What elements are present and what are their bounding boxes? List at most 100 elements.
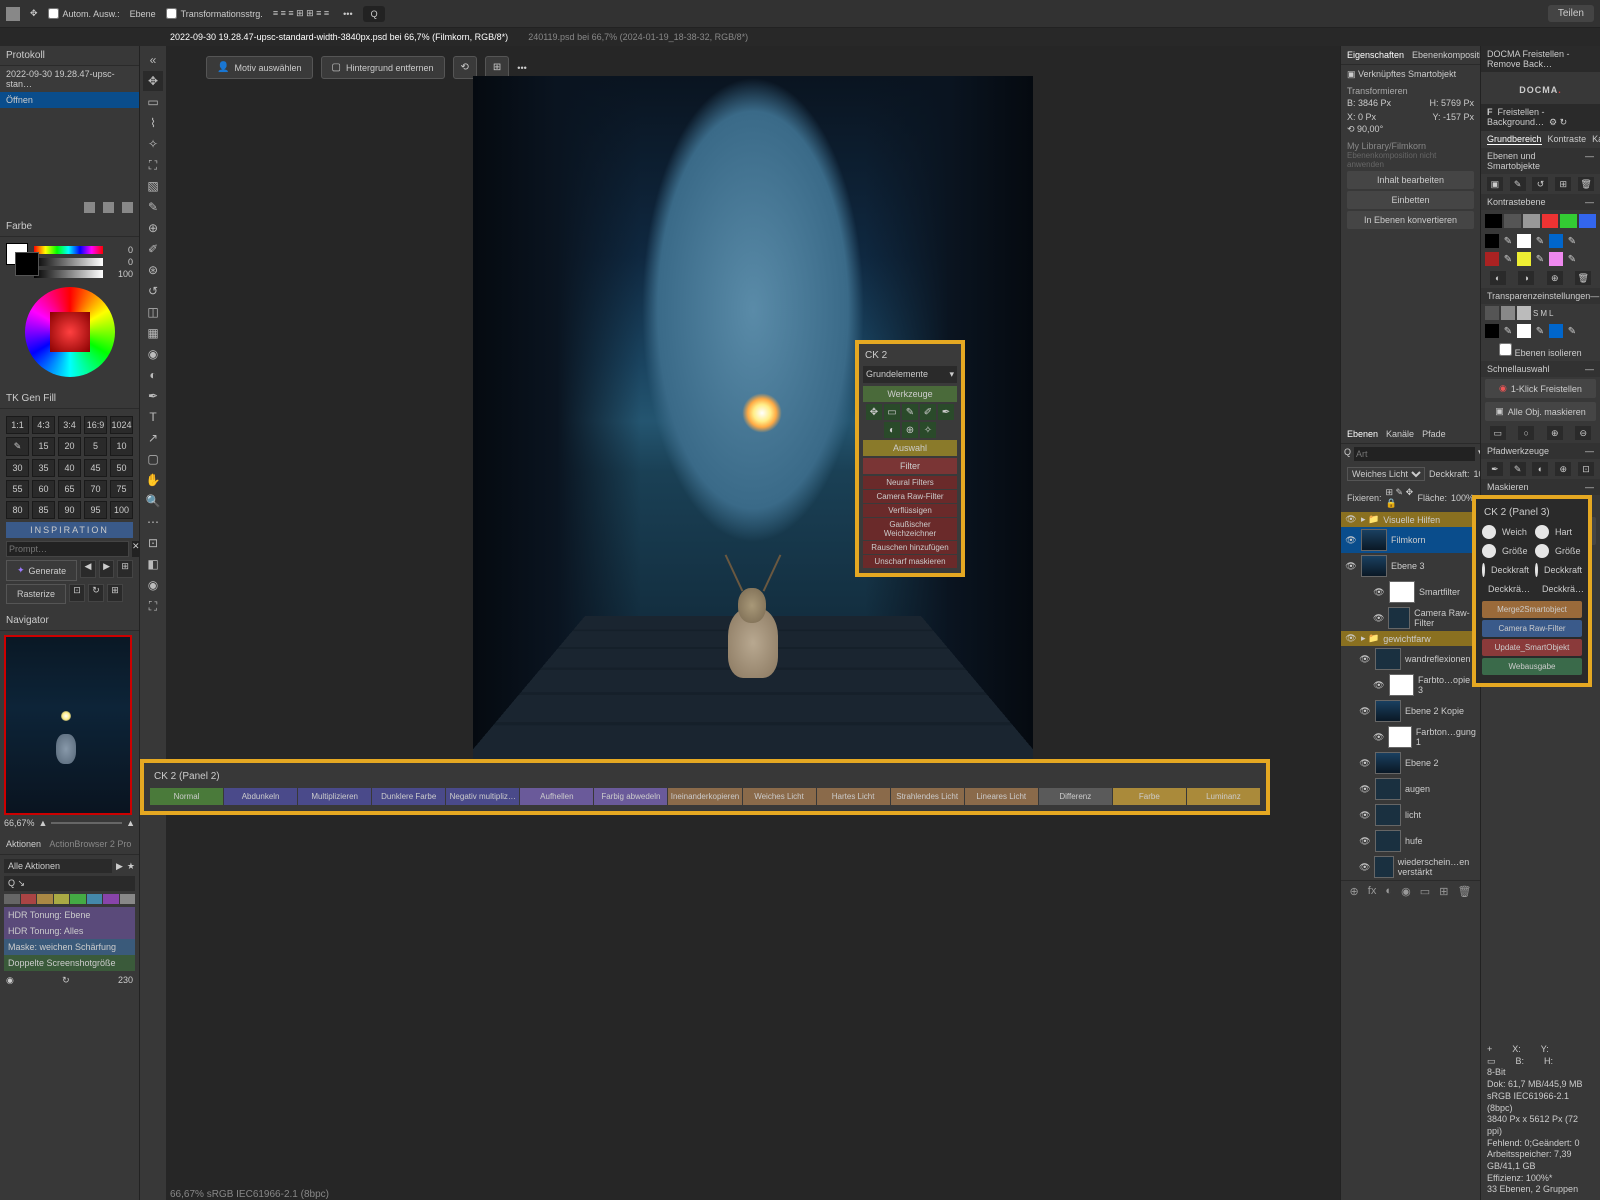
fg-bg-mini[interactable]: ◧ [143,554,163,574]
blend-mode-button[interactable]: Weiches Licht [743,788,816,805]
layer-row[interactable]: 👁Ebene 2 Kopie [1341,698,1480,724]
mask-icon[interactable]: ◐ [1385,885,1392,898]
visibility-icon[interactable]: 👁 [1345,633,1357,644]
tkgen-btn[interactable]: 15 [32,437,55,456]
tkgen-btn[interactable]: 45 [84,459,107,477]
fg-bg-swatch[interactable] [6,243,28,265]
blend-mode-button[interactable]: Aufhellen [520,788,593,805]
layer-row[interactable]: 👁licht [1341,802,1480,828]
visibility-icon[interactable]: 👁 [1345,561,1357,572]
wand-tool[interactable]: ✧ [143,134,163,154]
auto-select-toggle[interactable]: Autom. Ausw.: [48,8,120,19]
layer-row[interactable]: 👁wandreflexionen [1341,646,1480,672]
tkgen-btn[interactable]: 1024 [110,416,133,434]
action-item[interactable]: Maske: weichen Schärfung [4,939,135,955]
transform-controls-toggle[interactable]: Transformationsstrg. [166,8,263,19]
frame-tool[interactable]: ▧ [143,176,163,196]
ck-filter-item[interactable]: Verflüssigen [863,504,957,517]
blend-mode-select[interactable]: Weiches Licht [1347,467,1425,481]
blend-mode-button[interactable]: Ineinanderkopieren [668,788,741,805]
refresh-icon[interactable]: ↻ [62,975,70,986]
blend-mode-button[interactable]: Luminanz [1187,788,1260,805]
tkgen-btn[interactable]: ✎ [6,437,29,456]
zoom-value[interactable]: 66,67% [4,818,35,828]
ck-filter-item[interactable]: Rauschen hinzufügen [863,541,957,554]
layer-row[interactable]: 👁▸ 📁gewichtfarw [1341,631,1480,646]
color-wheel[interactable] [25,287,115,377]
ck2-dropdown[interactable]: Grundelemente▾ [863,366,957,383]
visibility-icon[interactable]: 👁 [1373,613,1384,624]
new-layer-icon[interactable]: ⊞ [1439,885,1448,898]
embed-button[interactable]: Einbetten [1347,191,1474,209]
dodge-tool[interactable]: ◐ [143,365,163,385]
history-brush-tool[interactable]: ↺ [143,281,163,301]
layer-row[interactable]: 👁augen [1341,776,1480,802]
visibility-icon[interactable]: 👁 [1345,514,1357,525]
blend-mode-button[interactable]: Dunklere Farbe [372,788,445,805]
visibility-icon[interactable]: 👁 [1359,758,1371,769]
visibility-icon[interactable]: 👁 [1359,862,1370,873]
convert-layers-button[interactable]: In Ebenen konvertieren [1347,211,1474,229]
ck3-action-button[interactable]: Merge2Smartobject [1482,601,1582,618]
blend-mode-button[interactable]: Differenz [1039,788,1112,805]
brush-tool[interactable]: ✐ [143,239,163,259]
tkgen-btn[interactable]: 90 [58,501,81,519]
oneclick-button[interactable]: ◉1-Klick Freistellen [1485,379,1596,398]
layer-row[interactable]: 👁wiederschein…en verstärkt [1341,854,1480,880]
tkgen-btn[interactable]: 20 [58,437,81,456]
move-tool[interactable]: ✥ [143,71,163,91]
path-tool[interactable]: ↗ [143,428,163,448]
stamp-tool[interactable]: ⊛ [143,260,163,280]
gradient-tool[interactable]: ▦ [143,323,163,343]
paths-tab[interactable]: Pfade [1422,429,1446,439]
tab-active[interactable]: 2022-09-30 19.28.47-upsc-standard-width-… [170,32,508,42]
action-search[interactable]: Q ↘ [4,876,135,891]
next-button[interactable]: ▶ [99,560,115,578]
trash-icon[interactable]: 🗑 [1457,885,1471,898]
visibility-icon[interactable]: 👁 [1359,810,1371,821]
share-button[interactable]: Teilen [1548,5,1594,22]
ctx-more-icon[interactable]: ••• [517,63,526,73]
layer-row[interactable]: 👁Filmkorn [1341,527,1480,553]
prev-button[interactable]: ◀ [80,560,96,578]
ck3-action-button[interactable]: Camera Raw-Filter [1482,620,1582,637]
visibility-icon[interactable]: 👁 [1373,587,1385,598]
action-item[interactable]: Doppelte Screenshotgröße [4,955,135,971]
crop-tool[interactable]: ⛶ [143,155,163,175]
action-item[interactable]: HDR Tonung: Ebene [4,907,135,923]
tkgen-btn[interactable]: 75 [110,480,133,498]
ck-filter-item[interactable]: Neural Filters [863,476,957,489]
visibility-icon[interactable]: 👁 [1345,535,1357,546]
tkgen-btn[interactable]: 35 [32,459,55,477]
eyedropper-tool[interactable]: ✎ [143,197,163,217]
prompt-input[interactable] [6,541,129,557]
action-item[interactable]: HDR Tonung: Alles [4,923,135,939]
stop-icon[interactable]: ◉ [6,975,14,986]
generate-button[interactable]: ✦Generate [6,560,77,581]
tkgen-btn[interactable]: 95 [84,501,107,519]
blend-mode-button[interactable]: Negativ multipliz… [446,788,519,805]
tkgen-btn[interactable]: 16:9 [84,416,107,434]
collapse-icon[interactable]: « [143,50,163,70]
tkgen-btn[interactable]: 30 [6,459,29,477]
star-icon[interactable]: ★ [127,861,135,872]
layer-row[interactable]: 👁Ebene 3 [1341,553,1480,579]
blend-mode-button[interactable]: Farbig abwedeln [594,788,667,805]
lasso-tool[interactable]: ⌇ [143,113,163,133]
visibility-icon[interactable]: 👁 [1359,654,1371,665]
navigator-thumbnail[interactable] [4,635,132,815]
visibility-icon[interactable]: 👁 [1359,706,1371,717]
blur-tool[interactable]: ◉ [143,344,163,364]
zoom-out-icon[interactable]: ▲ [39,818,48,828]
align-icons[interactable]: ≡ ≡ ≡ ⊞ ⊞ ≡ ≡ [273,8,329,19]
edit-content-button[interactable]: Inhalt bearbeiten [1347,171,1474,189]
play-icon[interactable]: ▶ [116,861,123,872]
more-icon[interactable]: ••• [343,9,352,19]
blend-mode-button[interactable]: Abdunkeln [224,788,297,805]
home-icon[interactable] [6,7,20,21]
visibility-icon[interactable]: 👁 [1359,784,1371,795]
maskall-button[interactable]: ▣Alle Obj. maskieren [1485,402,1596,421]
tkgen-btn[interactable]: 50 [110,459,133,477]
tkgen-btn[interactable]: 5 [84,437,107,456]
layers-tab[interactable]: Ebenen [1347,429,1378,439]
